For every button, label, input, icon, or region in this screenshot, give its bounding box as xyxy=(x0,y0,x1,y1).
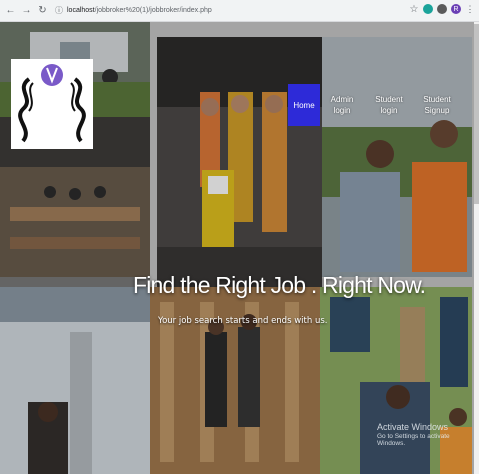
activate-title: Activate Windows xyxy=(377,422,449,432)
nav-student-signup-label: Student Signup xyxy=(423,95,451,115)
page-body: Home Admin login Student login Student Sign… xyxy=(0,22,479,474)
profile-avatar[interactable]: R xyxy=(451,4,461,14)
extension-icon[interactable] xyxy=(437,4,447,14)
nav-student-signup[interactable]: Student Signup xyxy=(414,84,460,126)
hero-title: Find the Right Job . Right Now. xyxy=(133,272,426,298)
toolbar-right: ☆ R ⋮ xyxy=(409,4,475,15)
logo-graphic xyxy=(11,59,93,149)
main-nav: Home Admin login Student login Student Sign… xyxy=(288,84,460,126)
nav-admin-login[interactable]: Admin login xyxy=(320,84,364,126)
extension-icon[interactable] xyxy=(423,4,433,14)
forward-icon[interactable]: → xyxy=(21,5,32,16)
site-logo[interactable] xyxy=(11,59,93,149)
hero-subtitle: Your job search starts and ends with us. xyxy=(158,316,328,326)
nav-home[interactable]: Home xyxy=(288,84,320,126)
nav-student-login[interactable]: Student login xyxy=(364,84,414,126)
scrollbar-thumb[interactable] xyxy=(474,24,479,204)
url-host: localhost xyxy=(67,7,95,14)
star-icon[interactable]: ☆ xyxy=(409,4,419,15)
address-bar[interactable]: ⓘ localhost/jobbroker%20(1)/jobbroker/in… xyxy=(55,4,400,18)
activate-subtitle: Go to Settings to activate Windows. xyxy=(377,433,450,447)
url-path: /jobbroker%20(1)/jobbroker/index.php xyxy=(94,7,212,14)
back-icon[interactable]: ← xyxy=(5,5,16,16)
browser-toolbar: ← → ↻ ⓘ localhost/jobbroker%20(1)/jobbro… xyxy=(0,0,479,22)
nav-admin-login-label: Admin login xyxy=(330,95,354,115)
nav-home-label: Home xyxy=(293,100,315,110)
menu-icon[interactable]: ⋮ xyxy=(465,4,475,14)
activate-windows-watermark: Activate Windows Go to Settings to activ… xyxy=(377,422,479,447)
reload-icon[interactable]: ↻ xyxy=(37,5,48,16)
nav-student-login-label: Student login xyxy=(375,95,403,115)
info-icon[interactable]: ⓘ xyxy=(55,5,63,16)
